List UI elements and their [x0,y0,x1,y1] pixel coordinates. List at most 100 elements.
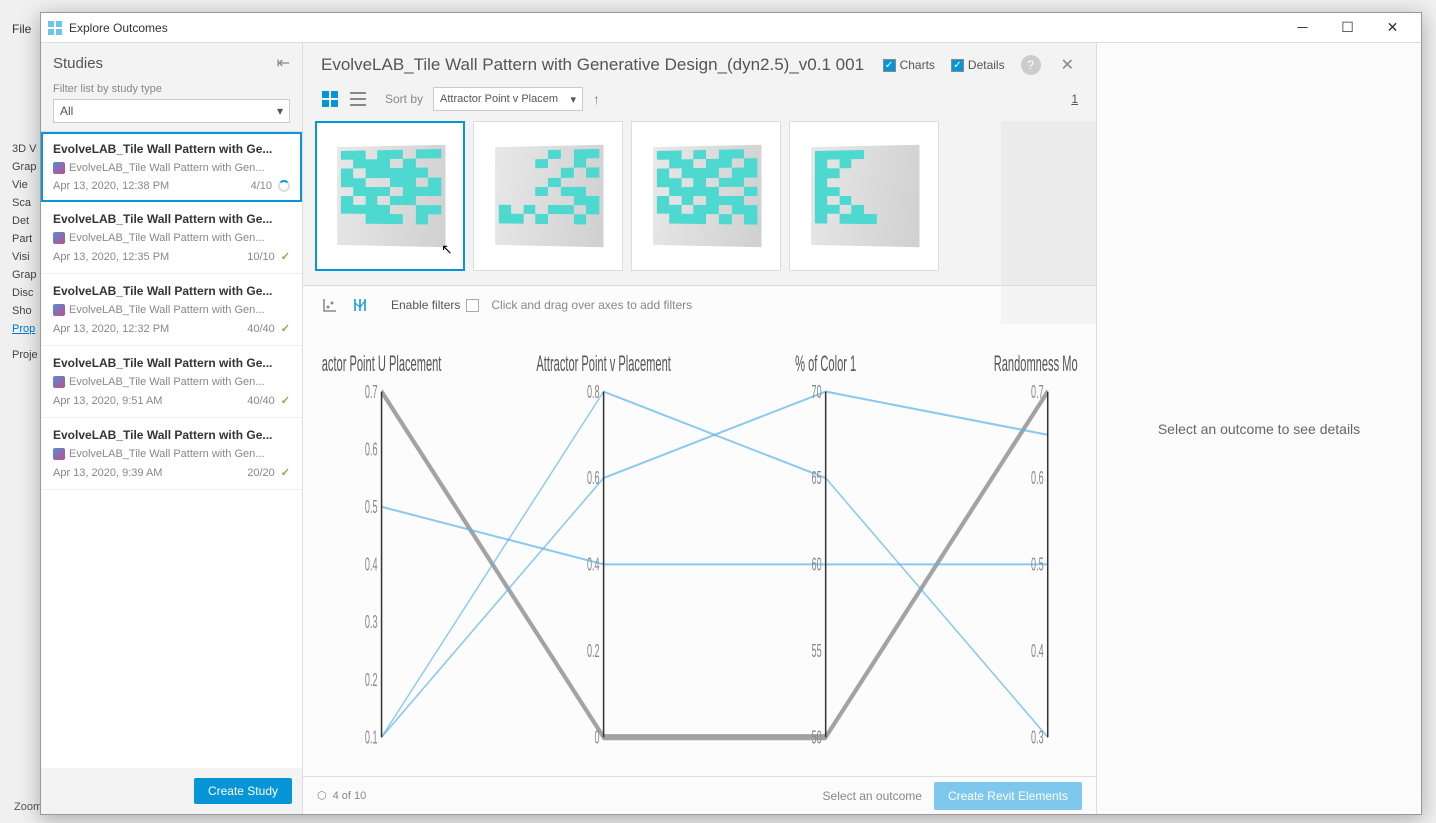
outcome-thumbnail[interactable] [473,121,623,271]
study-name: EvolveLAB_Tile Wall Pattern with Ge... [53,428,290,442]
svg-text:0.4: 0.4 [1031,642,1044,662]
file-icon [53,232,65,244]
study-date: Apr 13, 2020, 12:35 PM [53,251,169,263]
toolbar: Sort by Attractor Point v Placem▾ ↑ 1 [303,83,1096,121]
file-icon [53,448,65,460]
study-count: 10/10 [247,251,275,263]
svg-text:0: 0 [595,728,600,748]
svg-text:0.2: 0.2 [587,642,600,662]
filter-hint: Click and drag over axes to add filters [491,298,692,312]
svg-text:0.6: 0.6 [587,469,600,489]
details-placeholder: Select an outcome to see details [1158,421,1360,437]
study-file: EvolveLAB_Tile Wall Pattern with Gen... [53,304,290,316]
study-item[interactable]: EvolveLAB_Tile Wall Pattern with Ge... E… [41,346,302,418]
grid-view-icon[interactable] [321,90,339,108]
filter-label: Filter list by study type [41,79,302,99]
svg-text:0.5: 0.5 [365,498,378,518]
study-date: Apr 13, 2020, 12:32 PM [53,323,169,335]
study-item[interactable]: EvolveLAB_Tile Wall Pattern with Ge... E… [41,202,302,274]
studies-panel: Studies ⇤ Filter list by study type All … [41,43,303,814]
svg-text:0.4: 0.4 [587,555,600,575]
study-name: EvolveLAB_Tile Wall Pattern with Ge... [53,142,290,156]
sort-select[interactable]: Attractor Point v Placem▾ [433,87,583,111]
check-icon: ✓ [281,322,290,335]
svg-text:0.7: 0.7 [1031,383,1044,403]
details-checkbox[interactable]: ✓Details [951,58,1005,72]
svg-text:65: 65 [812,469,822,489]
footer-hint: Select an outcome [823,789,922,803]
thumbnails [303,121,1096,285]
sort-direction-icon[interactable]: ↑ [593,91,600,107]
sort-label: Sort by [385,92,423,106]
close-button[interactable]: ✕ [1370,14,1415,42]
check-icon: ✓ [281,466,290,479]
svg-text:actor Point U Placement: actor Point U Placement [322,351,442,376]
details-panel: Select an outcome to see details [1096,43,1421,814]
page-indicator[interactable]: 1 [1071,92,1078,106]
svg-text:70: 70 [812,383,822,403]
outcome-thumbnail[interactable] [315,121,465,271]
study-count: 40/40 [247,395,275,407]
studies-title: Studies [53,55,103,72]
study-name: EvolveLAB_Tile Wall Pattern with Ge... [53,284,290,298]
study-count: 4/10 [251,180,272,192]
study-item[interactable]: EvolveLAB_Tile Wall Pattern with Ge... E… [41,274,302,346]
chevron-down-icon: ▾ [277,104,283,118]
revit-proj-browser: 3D VGrapVieScaDetPartVisiGrapDiscSho Pro… [10,140,40,364]
svg-text:0.6: 0.6 [1031,469,1044,489]
svg-text:0.1: 0.1 [365,728,378,748]
svg-text:0.2: 0.2 [365,671,378,691]
study-count: 20/20 [247,467,275,479]
revit-zoom: Zoom [14,801,42,813]
collapse-panel-icon[interactable]: ⇤ [277,53,290,73]
window-title: Explore Outcomes [69,21,1280,35]
study-count: 40/40 [247,323,275,335]
svg-text:% of Color 1: % of Color 1 [795,351,856,376]
create-study-button[interactable]: Create Study [194,778,292,804]
filters-toolbar: Enable filters Click and drag over axes … [303,285,1096,324]
study-file: EvolveLAB_Tile Wall Pattern with Gen... [53,448,290,460]
list-view-icon[interactable] [349,90,367,108]
titlebar[interactable]: Explore Outcomes － ☐ ✕ [41,13,1421,43]
enable-filters-checkbox[interactable]: Enable filters [391,298,479,312]
spinner-icon [278,180,290,192]
file-icon [53,304,65,316]
check-icon: ✓ [281,394,290,407]
file-icon [53,376,65,388]
study-file: EvolveLAB_Tile Wall Pattern with Gen... [53,376,290,388]
check-icon: ✓ [281,250,290,263]
outcome-thumbnail[interactable] [631,121,781,271]
minimize-button[interactable]: － [1280,14,1325,42]
svg-text:0.7: 0.7 [365,383,378,403]
scatter-chart-icon[interactable] [321,296,339,314]
app-icon [47,20,63,36]
svg-text:Randomness Modifier: Randomness Modifier [994,351,1078,376]
svg-text:0.6: 0.6 [365,440,378,460]
study-item[interactable]: EvolveLAB_Tile Wall Pattern with Ge... E… [41,418,302,490]
svg-text:0.5: 0.5 [1031,555,1044,575]
parallel-coords-chart[interactable]: actor Point U Placement 0.1 0.2 0.3 0.4 0.5 0.… [303,324,1096,776]
create-revit-elements-button[interactable]: Create Revit Elements [934,782,1082,810]
parallel-chart-icon[interactable] [351,296,369,314]
maximize-button[interactable]: ☐ [1325,14,1370,42]
page-title: EvolveLAB_Tile Wall Pattern with Generat… [321,55,864,75]
study-file: EvolveLAB_Tile Wall Pattern with Gen... [53,232,290,244]
svg-text:0.4: 0.4 [365,555,378,575]
outcome-thumbnail[interactable] [789,121,939,271]
close-panel-icon[interactable]: ✕ [1057,55,1078,75]
studies-list[interactable]: EvolveLAB_Tile Wall Pattern with Ge... E… [41,131,302,768]
filter-select[interactable]: All ▾ [53,99,290,123]
study-name: EvolveLAB_Tile Wall Pattern with Ge... [53,356,290,370]
study-item[interactable]: EvolveLAB_Tile Wall Pattern with Ge... E… [41,132,302,202]
svg-text:60: 60 [812,555,822,575]
charts-checkbox[interactable]: ✓Charts [883,58,935,72]
svg-text:Attractor Point v Placement: Attractor Point v Placement [536,351,670,376]
study-date: Apr 13, 2020, 9:51 AM [53,395,162,407]
svg-text:0.3: 0.3 [1031,728,1044,748]
study-file: EvolveLAB_Tile Wall Pattern with Gen... [53,162,290,174]
help-icon[interactable]: ? [1021,55,1041,75]
svg-text:50: 50 [812,728,822,748]
footer-count: 4 of 10 [333,790,367,802]
study-name: EvolveLAB_Tile Wall Pattern with Ge... [53,212,290,226]
footer: ⬡ 4 of 10 Select an outcome Create Revit… [303,776,1096,814]
